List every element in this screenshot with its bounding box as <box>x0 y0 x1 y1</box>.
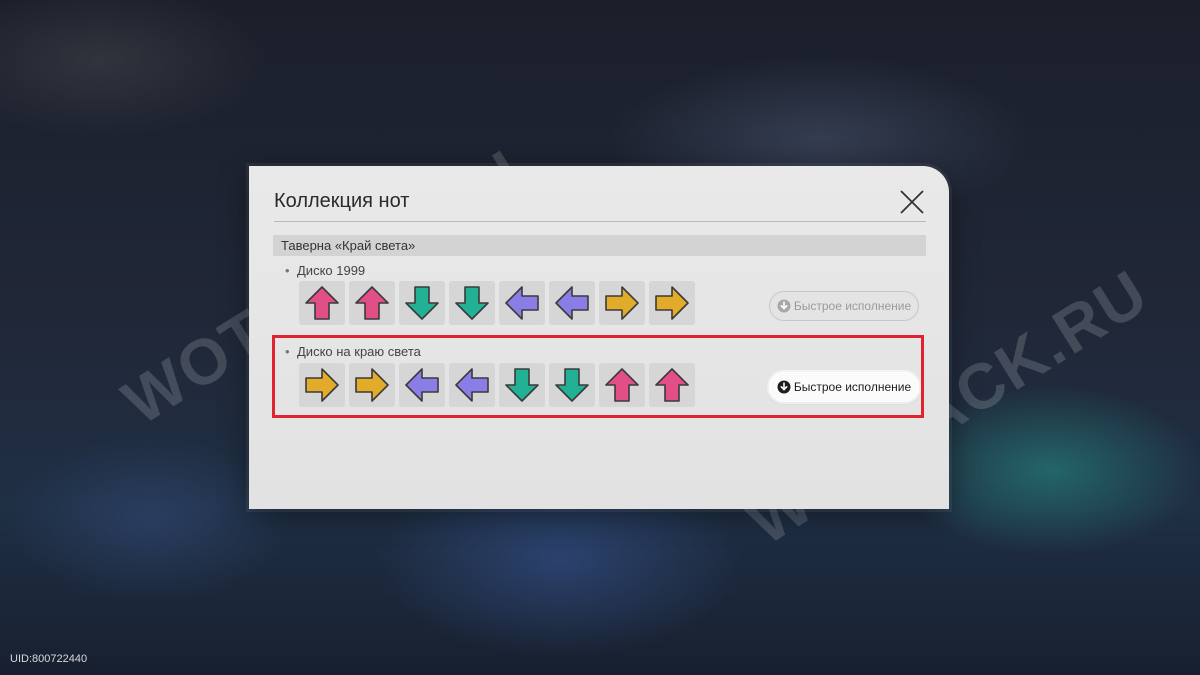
arrow-right-icon <box>305 368 339 402</box>
note-cell <box>299 363 345 407</box>
arrow-down-circle-icon <box>777 299 791 313</box>
note-cell <box>499 363 545 407</box>
arrow-left-icon <box>455 368 489 402</box>
quick-play-button[interactable]: Быстрое исполнение <box>769 291 919 321</box>
arrow-down-icon <box>555 368 589 402</box>
note-sequence <box>299 281 695 325</box>
note-cell <box>399 363 445 407</box>
arrow-right-icon <box>655 286 689 320</box>
note-collection-panel: Коллекция нот Таверна «Край света» • Диск… <box>249 166 949 509</box>
close-icon <box>900 190 924 214</box>
panel-title: Коллекция нот <box>274 190 410 212</box>
title-divider <box>274 221 926 222</box>
note-cell <box>349 363 395 407</box>
arrow-left-icon <box>555 286 589 320</box>
note-cell <box>449 363 495 407</box>
note-cell <box>649 363 695 407</box>
arrow-up-icon <box>605 368 639 402</box>
arrow-down-circle-icon <box>777 380 791 394</box>
arrow-up-icon <box>355 286 389 320</box>
arrow-down-icon <box>505 368 539 402</box>
note-cell <box>549 363 595 407</box>
note-cell <box>399 281 445 325</box>
arrow-left-icon <box>405 368 439 402</box>
close-button[interactable] <box>898 188 926 216</box>
note-cell <box>299 281 345 325</box>
note-cell <box>599 281 645 325</box>
note-cell <box>649 281 695 325</box>
quick-play-label: Быстрое исполнение <box>793 299 912 313</box>
quick-play-label: Быстрое исполнение <box>793 380 912 394</box>
arrow-left-icon <box>505 286 539 320</box>
arrow-down-icon <box>455 286 489 320</box>
note-cell <box>499 281 545 325</box>
song-title: • Диско 1999 <box>285 263 366 278</box>
arrow-up-icon <box>305 286 339 320</box>
quick-play-button[interactable]: Быстрое исполнение <box>769 372 919 402</box>
arrow-right-icon <box>605 286 639 320</box>
section-title: Таверна «Край света» <box>281 238 416 253</box>
note-cell <box>599 363 645 407</box>
section-header: Таверна «Край света» <box>273 235 926 256</box>
arrow-right-icon <box>355 368 389 402</box>
arrow-down-icon <box>405 286 439 320</box>
arrow-up-icon <box>655 368 689 402</box>
note-cell <box>449 281 495 325</box>
song-title: • Диско на краю света <box>285 344 421 359</box>
uid-label: UID:800722440 <box>10 653 88 665</box>
note-cell <box>349 281 395 325</box>
note-sequence <box>299 363 695 407</box>
note-cell <box>549 281 595 325</box>
